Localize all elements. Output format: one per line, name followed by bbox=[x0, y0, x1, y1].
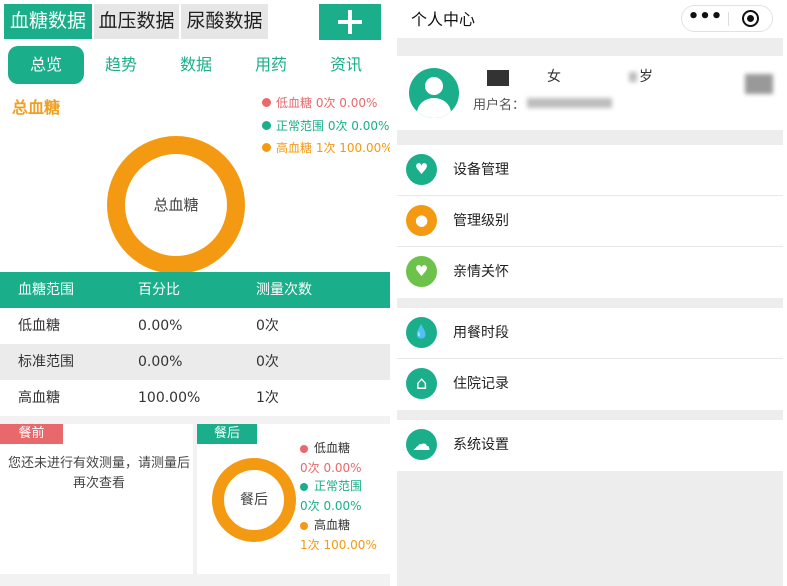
after-legend-normal-name: 正常范围 bbox=[314, 479, 363, 493]
menu-label: 系统设置 bbox=[453, 437, 509, 453]
legend-dot bbox=[300, 521, 308, 530]
table-row: 高血糖 100.00% 1次 bbox=[0, 380, 390, 416]
total-donut-label: 总血糖 bbox=[153, 196, 199, 214]
table-row: 低血糖 0.00% 0次 bbox=[0, 308, 390, 344]
menu-family-care[interactable]: ♥ 亲情关怀 bbox=[397, 247, 783, 298]
after-legend-normal: 正常范围 0次 0.00% bbox=[300, 477, 362, 514]
close-target-icon[interactable] bbox=[742, 10, 759, 27]
after-meal-card: 餐后 餐后 低血糖 0次 0.00% 正常范围 0次 0.00% 高血糖 1次 … bbox=[197, 424, 390, 574]
after-legend-high-name: 高血糖 bbox=[314, 518, 351, 532]
tab-uric-acid[interactable]: 尿酸数据 bbox=[181, 4, 268, 39]
cell-percent: 0.00% bbox=[138, 354, 183, 370]
cell-range: 标准范围 bbox=[18, 354, 74, 370]
sub-nav: 总览 趋势 数据 用药 资讯 bbox=[0, 44, 390, 84]
before-meal-empty-text: 您还未进行有效测量，请测量后再次查看 bbox=[8, 456, 191, 491]
menu-group-1: ♥ 设备管理 ● 管理级别 ♥ 亲情关怀 bbox=[397, 145, 783, 298]
legend-high-text: 高血糖 1次 100.00% bbox=[276, 141, 390, 155]
col-range: 血糖范围 bbox=[18, 282, 74, 298]
legend-dot bbox=[262, 121, 271, 130]
legend-normal-text: 正常范围 0次 0.00% bbox=[276, 119, 390, 133]
menu-system-settings[interactable]: ☁ 系统设置 bbox=[397, 420, 783, 471]
user-icon: ● bbox=[406, 205, 437, 236]
menu-group-2: 💧 用餐时段 ⌂ 住院记录 bbox=[397, 308, 783, 410]
mini-program-capsule: ••• bbox=[681, 5, 773, 32]
menu-management-level[interactable]: ● 管理级别 bbox=[397, 196, 783, 247]
profile-username-label: 用户名： bbox=[473, 98, 526, 113]
avatar[interactable] bbox=[409, 68, 459, 118]
after-meal-tag: 餐后 bbox=[197, 424, 257, 444]
redacted-qr bbox=[745, 74, 773, 94]
menu-label: 设备管理 bbox=[453, 162, 509, 178]
before-meal-tag: 餐前 bbox=[0, 424, 63, 444]
after-legend-low-value: 0次 0.00% bbox=[300, 461, 362, 475]
cell-range: 高血糖 bbox=[18, 390, 60, 406]
nav-header: 个人中心 ••• bbox=[397, 0, 783, 38]
range-table: 血糖范围 百分比 测量次数 低血糖 0.00% 0次 标准范围 0.00% 0次… bbox=[0, 272, 390, 416]
capsule-divider bbox=[728, 12, 729, 26]
data-type-tabbar: 血糖数据 血压数据 尿酸数据 bbox=[0, 0, 390, 44]
heart-pulse-icon: ♥ bbox=[406, 154, 437, 185]
cell-percent: 100.00% bbox=[138, 390, 201, 406]
menu-label: 管理级别 bbox=[453, 213, 509, 229]
menu-label: 用餐时段 bbox=[453, 325, 509, 341]
blood-sugar-panel: 血糖数据 血压数据 尿酸数据 总览 趋势 数据 用药 资讯 总血糖 低血糖 0次… bbox=[0, 0, 390, 586]
after-legend-low: 低血糖 0次 0.00% bbox=[300, 439, 362, 476]
summary-card: 总血糖 低血糖 0次 0.00% 正常范围 0次 0.00% 高血糖 1次 10… bbox=[0, 84, 390, 274]
add-record-button[interactable] bbox=[319, 4, 381, 40]
home-icon: ⌂ bbox=[406, 368, 437, 399]
table-header: 血糖范围 百分比 测量次数 bbox=[0, 272, 390, 308]
menu-label: 住院记录 bbox=[453, 376, 509, 392]
menu-device-management[interactable]: ♥ 设备管理 bbox=[397, 145, 783, 196]
profile-age-unit: 岁 bbox=[639, 69, 653, 85]
legend-normal: 正常范围 0次 0.00% bbox=[262, 117, 389, 134]
after-legend-low-name: 低血糖 bbox=[314, 441, 351, 455]
after-legend-high: 高血糖 1次 100.00% bbox=[300, 516, 377, 553]
table-row: 标准范围 0.00% 0次 bbox=[0, 344, 390, 380]
tab-blood-sugar[interactable]: 血糖数据 bbox=[4, 4, 92, 39]
menu-meal-times[interactable]: 💧 用餐时段 bbox=[397, 308, 783, 359]
col-count: 测量次数 bbox=[256, 282, 312, 298]
after-meal-donut-label: 餐后 bbox=[240, 492, 268, 508]
heart-icon: ♥ bbox=[406, 256, 437, 287]
cell-percent: 0.00% bbox=[138, 318, 183, 334]
user-head-shape bbox=[425, 77, 443, 95]
legend-dot bbox=[262, 98, 271, 107]
menu-label: 亲情关怀 bbox=[453, 264, 509, 280]
personal-center-panel: 个人中心 ••• 女 岁 用户名： ♥ 设备管理 ● 管理级别 ♥ 亲情关怀 💧… bbox=[397, 0, 783, 586]
tab-trend[interactable]: 趋势 bbox=[92, 46, 150, 84]
cell-count: 0次 bbox=[256, 318, 279, 334]
menu-hospital-records[interactable]: ⌂ 住院记录 bbox=[397, 359, 783, 410]
before-meal-card: 餐前 您还未进行有效测量，请测量后再次查看 bbox=[0, 424, 193, 574]
col-percent: 百分比 bbox=[138, 282, 180, 298]
legend-high: 高血糖 1次 100.00% bbox=[262, 139, 390, 156]
page-title: 个人中心 bbox=[411, 10, 476, 29]
after-legend-high-value: 1次 100.00% bbox=[300, 538, 377, 552]
after-legend-normal-value: 0次 0.00% bbox=[300, 499, 362, 513]
redacted-username bbox=[527, 98, 612, 108]
legend-dot bbox=[300, 482, 308, 491]
cell-count: 0次 bbox=[256, 354, 279, 370]
cell-range: 低血糖 bbox=[18, 318, 60, 334]
profile-card[interactable]: 女 岁 用户名： bbox=[397, 56, 783, 130]
legend-low-text: 低血糖 0次 0.00% bbox=[276, 96, 378, 110]
legend-low: 低血糖 0次 0.00% bbox=[262, 94, 377, 111]
tab-medication[interactable]: 用药 bbox=[242, 46, 300, 84]
cloud-icon: ☁ bbox=[406, 429, 437, 460]
profile-gender: 女 bbox=[547, 69, 561, 85]
redacted-name bbox=[487, 70, 509, 86]
tab-blood-pressure[interactable]: 血压数据 bbox=[94, 4, 179, 39]
water-drop-icon: 💧 bbox=[406, 317, 437, 348]
menu-group-3: ☁ 系统设置 bbox=[397, 420, 783, 471]
user-body-shape bbox=[417, 98, 451, 118]
more-icon[interactable]: ••• bbox=[682, 6, 728, 31]
summary-title: 总血糖 bbox=[12, 98, 61, 117]
tab-overview[interactable]: 总览 bbox=[8, 46, 84, 84]
legend-dot bbox=[300, 444, 308, 453]
redacted-age bbox=[629, 72, 637, 82]
tab-news[interactable]: 资讯 bbox=[317, 46, 375, 84]
cell-count: 1次 bbox=[256, 390, 279, 406]
legend-dot bbox=[262, 143, 271, 152]
tab-data[interactable]: 数据 bbox=[167, 46, 225, 84]
